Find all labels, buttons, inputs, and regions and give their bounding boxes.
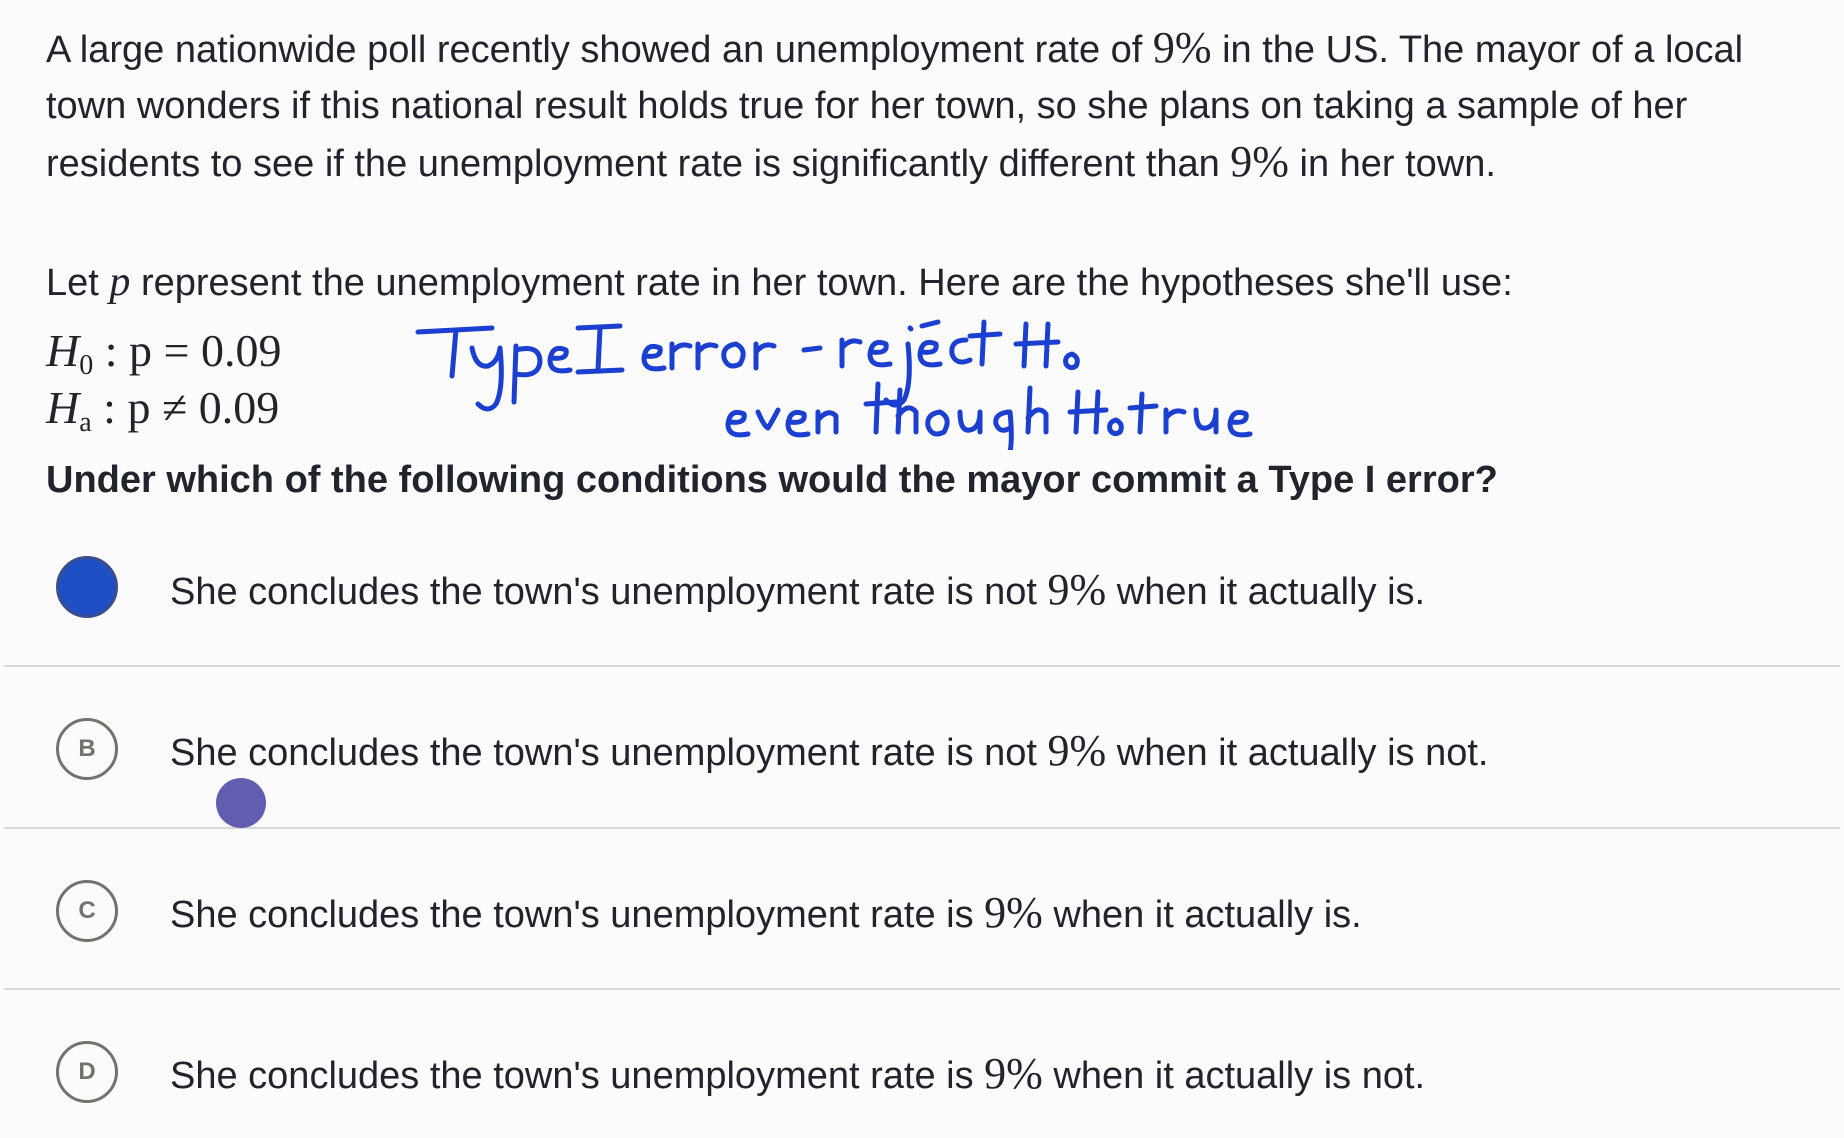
choice-b[interactable]: B She concludes the town's unemployment … (0, 667, 1844, 827)
choice-a-text-after: when it actually is. (1106, 571, 1426, 613)
stem-percent-1: 9% (1152, 23, 1212, 72)
alt-hypothesis-symbol: H (46, 382, 80, 433)
problem-stem: A large nationwide poll recently showed … (46, 20, 1806, 192)
choice-c-radio[interactable]: C (56, 880, 118, 942)
choice-d-text-before: She concludes the town's unemployment ra… (170, 1055, 985, 1097)
pen-cursor (216, 778, 266, 828)
lead-variable: p (109, 259, 131, 305)
choice-b-letter: B (78, 735, 96, 762)
choice-d-text-after: when it actually is not. (1042, 1055, 1426, 1097)
handwritten-annotation (415, 319, 1253, 450)
choice-c-text-before: She concludes the town's unemployment ra… (170, 894, 985, 936)
choice-b-radio[interactable]: B (56, 718, 118, 780)
choice-a[interactable]: She concludes the town's unemployment ra… (0, 534, 1844, 664)
lead-text-1: Let (46, 262, 110, 304)
alternative-hypothesis: Ha : p ≠ 0.09 (46, 380, 279, 451)
alt-hypothesis-relation: : p ≠ 0.09 (91, 382, 280, 433)
stem-percent-2: 9% (1230, 137, 1289, 186)
null-hypothesis-subscript: 0 (79, 350, 94, 381)
choice-c-label: She concludes the town's unemployment ra… (170, 885, 1362, 943)
null-hypothesis-relation: : p = 0.09 (93, 325, 282, 376)
lead-text-2: represent the unemployment rate in her t… (130, 262, 1513, 304)
choice-a-radio[interactable] (56, 556, 118, 618)
choice-b-text-before: She concludes the town's unemployment ra… (170, 732, 1048, 774)
choice-c-text-after: when it actually is. (1042, 894, 1362, 936)
stem-text-3: in her town. (1288, 143, 1496, 185)
choice-d-percent: 9% (984, 1049, 1043, 1098)
choice-d[interactable]: D She concludes the town's unemployment … (0, 990, 1844, 1138)
choice-b-percent: 9% (1047, 726, 1107, 775)
alt-hypothesis-subscript: a (79, 407, 92, 438)
choice-d-letter: D (78, 1058, 96, 1085)
choice-a-percent: 9% (1047, 565, 1107, 614)
choice-d-radio[interactable]: D (56, 1041, 118, 1103)
choice-a-label: She concludes the town's unemployment ra… (170, 562, 1425, 620)
hypotheses-lead: Let p represent the unemployment rate in… (46, 254, 1513, 311)
choice-c-letter: C (78, 897, 96, 924)
choice-b-text-after: when it actually is not. (1106, 732, 1489, 774)
choice-c[interactable]: C She concludes the town's unemployment … (0, 829, 1844, 989)
choice-a-text-before: She concludes the town's unemployment ra… (170, 571, 1048, 613)
question-prompt: Under which of the following conditions … (46, 459, 1498, 501)
choice-d-label: She concludes the town's unemployment ra… (170, 1046, 1425, 1104)
stem-text-1: A large nationwide poll recently showed … (46, 29, 1153, 71)
null-hypothesis-symbol: H (46, 325, 80, 376)
choice-c-percent: 9% (984, 888, 1043, 937)
choice-b-label: She concludes the town's unemployment ra… (170, 723, 1489, 781)
